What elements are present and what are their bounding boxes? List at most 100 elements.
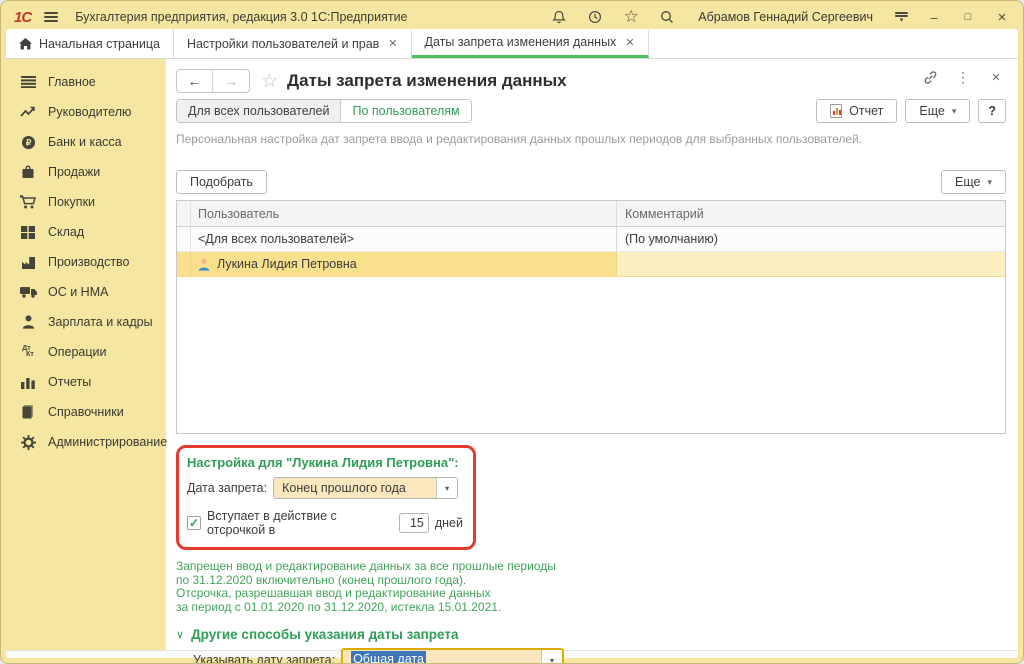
restriction-info-text: Запрещен ввод и редактирование данных за… <box>176 560 1006 614</box>
bag-icon <box>19 164 37 180</box>
main-menu-icon[interactable] <box>44 12 58 22</box>
1c-logo: 1С <box>14 9 31 26</box>
column-user[interactable]: Пользователь <box>191 201 617 226</box>
combo-dropdown-icon[interactable]: ▾ <box>436 478 457 498</box>
deferral-days-input[interactable]: 15 <box>399 513 429 533</box>
service-menu-icon[interactable]: ▾ <box>895 12 908 23</box>
column-comment[interactable]: Комментарий <box>617 201 1005 226</box>
minimize-button[interactable]: – <box>926 10 942 25</box>
search-icon[interactable] <box>658 8 676 26</box>
history-icon[interactable] <box>586 8 604 26</box>
toggle-all-users[interactable]: Для всех пользователей <box>177 100 341 122</box>
tab-home[interactable]: Начальная страница <box>6 29 174 58</box>
page-title: Даты запрета изменения данных <box>287 71 567 91</box>
title-bar: 1С Бухгалтерия предприятия, редакция 3.0… <box>6 5 1018 29</box>
table-row-lukina[interactable]: Лукина Лидия Петровна <box>177 252 1005 277</box>
tab-user-rights-settings[interactable]: Настройки пользователей и прав ✕ <box>174 29 412 58</box>
table-header: Пользователь Комментарий <box>177 201 1005 227</box>
main-icon <box>19 74 37 90</box>
sidebar-item-label: Операции <box>48 345 106 359</box>
deferral-suffix: дней <box>435 516 463 530</box>
book-icon <box>19 404 37 420</box>
table-row-all-users[interactable]: <Для всех пользователей> (По умолчанию) <box>177 227 1005 252</box>
sidebar-item-operations[interactable]: Дт Кт Операции <box>6 337 166 367</box>
svg-text:₽: ₽ <box>25 137 30 147</box>
combo-dropdown-icon[interactable]: ▾ <box>541 650 562 664</box>
more-button-label: Еще <box>919 104 944 118</box>
bar-chart-icon <box>19 374 37 390</box>
window-title: Бухгалтерия предприятия, редакция 3.0 1С… <box>75 10 407 24</box>
sidebar-item-label: Справочники <box>48 405 124 419</box>
sidebar-item-label: Покупки <box>48 195 95 209</box>
sidebar-item-label: ОС и НМА <box>48 285 108 299</box>
table-more-label: Еще <box>955 175 980 189</box>
sidebar-item-label: Склад <box>48 225 84 239</box>
toggle-by-users[interactable]: По пользователям <box>341 100 470 122</box>
ban-date-combobox[interactable]: Конец прошлого года ▾ <box>273 477 458 499</box>
sidebar-item-label: Производство <box>48 255 130 269</box>
caret-down-icon: ▾ <box>987 177 992 188</box>
nav-forward-button[interactable]: → <box>213 70 249 92</box>
tab-close-icon[interactable]: ✕ <box>388 37 397 50</box>
annotation-red-box: Настройка для "Лукина Лидия Петровна": Д… <box>176 445 476 550</box>
ban-date-mode-label: Указывать дату запрета: <box>193 653 335 664</box>
ban-date-label: Дата запрета: <box>187 481 267 495</box>
pick-users-button[interactable]: Подобрать <box>176 170 267 194</box>
sidebar-item-administration[interactable]: Администрирование <box>6 427 166 457</box>
user-person-icon <box>198 258 210 271</box>
sidebar-item-payroll-hr[interactable]: Зарплата и кадры <box>6 307 166 337</box>
chevron-down-icon: ∨ <box>176 628 184 641</box>
truck-icon <box>19 284 37 300</box>
favorites-star-icon[interactable]: ☆ <box>622 8 640 26</box>
sidebar-item-purchases[interactable]: Покупки <box>6 187 166 217</box>
sidebar-item-fixed-assets[interactable]: ОС и НМА <box>6 277 166 307</box>
close-form-icon[interactable]: ✕ <box>988 69 1004 85</box>
trend-icon <box>19 104 37 120</box>
row-marker-column <box>177 201 191 226</box>
sidebar-item-directories[interactable]: Справочники <box>6 397 166 427</box>
notifications-bell-icon[interactable] <box>550 8 568 26</box>
sections-sidebar: Главное Руководителю ₽ Банк и касса Прод… <box>6 59 166 650</box>
more-button[interactable]: Еще ▾ <box>905 99 970 123</box>
nav-back-button[interactable]: ← <box>177 70 213 92</box>
ban-date-mode-combobox[interactable]: Общая дата ▾ <box>341 648 564 664</box>
sidebar-item-label: Банк и касса <box>48 135 122 149</box>
maximize-button[interactable]: □ <box>960 11 976 23</box>
more-kebab-icon[interactable]: ⋮ <box>955 69 971 85</box>
cell-comment <box>617 252 1005 276</box>
sidebar-item-sales[interactable]: Продажи <box>6 157 166 187</box>
help-button[interactable]: ? <box>978 99 1006 123</box>
other-ways-section-toggle[interactable]: ∨ Другие способы указания даты запрета <box>176 627 1006 642</box>
sidebar-item-label: Отчеты <box>48 375 91 389</box>
ban-date-mode-value: Общая дата <box>351 651 426 664</box>
sidebar-item-manager[interactable]: Руководителю <box>6 97 166 127</box>
tab-data-change-ban-dates[interactable]: Даты запрета изменения данных ✕ <box>412 29 649 58</box>
current-user[interactable]: Абрамов Геннадий Сергеевич <box>698 10 873 24</box>
table-more-button[interactable]: Еще ▾ <box>941 170 1006 194</box>
gear-icon <box>19 434 37 450</box>
close-window-button[interactable]: ✕ <box>994 11 1010 24</box>
report-button-label: Отчет <box>849 104 883 118</box>
report-button[interactable]: Отчет <box>816 99 897 123</box>
view-mode-toggle: Для всех пользователей По пользователям <box>176 99 472 123</box>
blocks-icon <box>19 224 37 240</box>
sidebar-item-label: Администрирование <box>48 435 167 449</box>
tab-close-icon[interactable]: ✕ <box>625 36 634 49</box>
sidebar-item-warehouse[interactable]: Склад <box>6 217 166 247</box>
ban-date-value: Конец прошлого года <box>274 478 436 498</box>
sidebar-item-label: Главное <box>48 75 96 89</box>
favorite-star-icon[interactable]: ☆ <box>261 70 278 93</box>
deferral-checkbox[interactable]: ✓ <box>187 516 201 530</box>
sidebar-item-main[interactable]: Главное <box>6 67 166 97</box>
get-link-icon[interactable] <box>922 69 938 85</box>
cell-user: Лукина Лидия Петровна <box>217 257 357 271</box>
page-description: Персональная настройка дат запрета ввода… <box>176 132 1006 146</box>
sidebar-item-reports[interactable]: Отчеты <box>6 367 166 397</box>
sidebar-item-production[interactable]: Производство <box>6 247 166 277</box>
home-icon <box>19 38 32 50</box>
cell-comment: (По умолчанию) <box>617 227 1005 251</box>
factory-icon <box>19 254 37 270</box>
tab-label: Начальная страница <box>39 37 160 51</box>
sidebar-item-bank-cash[interactable]: ₽ Банк и касса <box>6 127 166 157</box>
table-empty-area <box>177 277 1005 433</box>
